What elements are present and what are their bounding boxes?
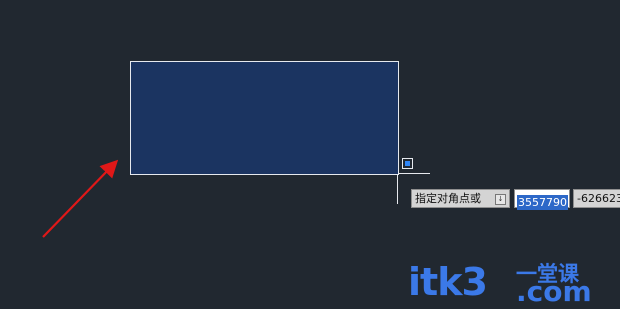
watermark-brand: itk3 (408, 260, 488, 304)
watermark-logo: itk3 一堂课 .com (408, 258, 604, 308)
watermark-com: .com (516, 275, 592, 308)
